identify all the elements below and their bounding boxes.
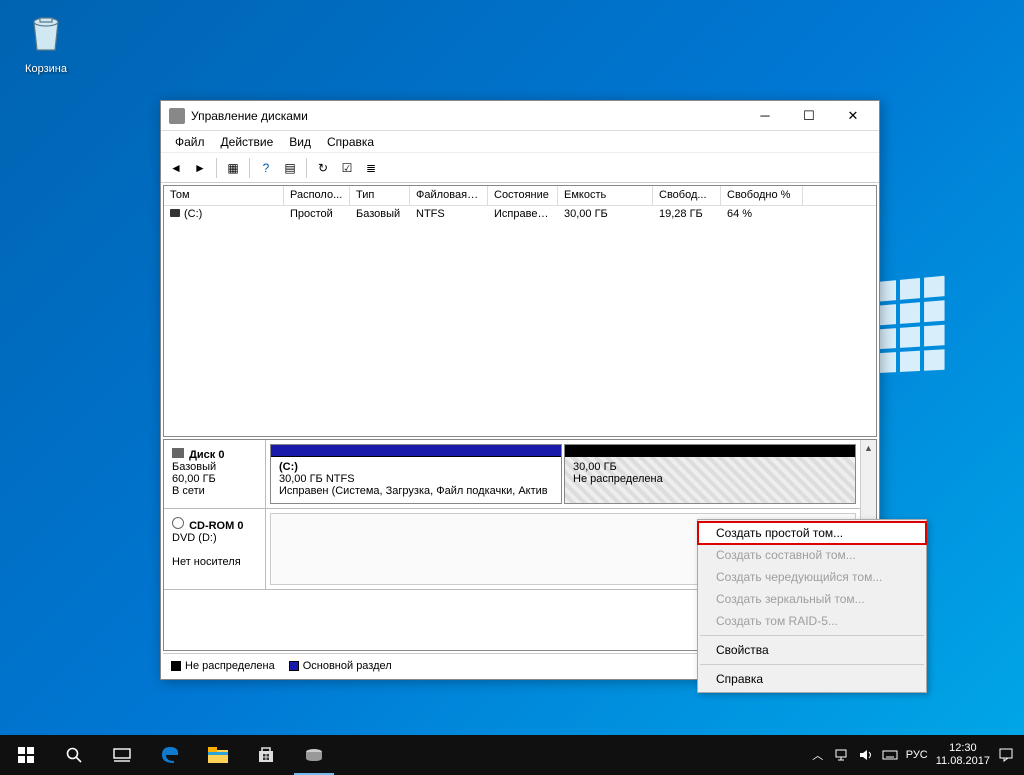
system-tray[interactable]: ︿ РУС 12:30 11.08.2017 xyxy=(802,742,1022,768)
col-filesystem[interactable]: Файловая с... xyxy=(410,186,488,205)
task-view-button[interactable] xyxy=(98,735,146,775)
window-title: Управление дисками xyxy=(191,109,743,123)
app-icon xyxy=(169,108,185,124)
context-menu: Создать простой том... Создать составной… xyxy=(697,519,927,693)
desktop-recycle-bin[interactable]: Корзина xyxy=(16,8,76,75)
start-button[interactable] xyxy=(2,735,50,775)
drive-icon xyxy=(170,209,180,217)
menubar: Файл Действие Вид Справка xyxy=(161,131,879,153)
ctx-new-mirrored-volume: Создать зеркальный том... xyxy=(698,588,926,610)
forward-button[interactable]: ► xyxy=(189,157,211,179)
titlebar[interactable]: Управление дисками ─ ☐ ✕ xyxy=(161,101,879,131)
ctx-new-spanned-volume: Создать составной том... xyxy=(698,544,926,566)
show-hide-tree-button[interactable]: ▦ xyxy=(222,157,244,179)
col-freepct[interactable]: Свободно % xyxy=(721,186,803,205)
col-status[interactable]: Состояние xyxy=(488,186,558,205)
action-center-icon[interactable] xyxy=(998,747,1014,763)
cdrom-label: CD-ROM 0 DVD (D:) Нет носителя xyxy=(164,509,266,589)
help-button[interactable]: ? xyxy=(255,157,277,179)
maximize-button[interactable]: ☐ xyxy=(787,102,831,130)
ctx-separator xyxy=(700,635,924,636)
col-free[interactable]: Свобод... xyxy=(653,186,721,205)
refresh-button[interactable]: ↻ xyxy=(312,157,334,179)
ctx-new-simple-volume[interactable]: Создать простой том... xyxy=(698,522,926,544)
volume-row-c[interactable]: (C:) Простой Базовый NTFS Исправен... 30… xyxy=(164,206,876,224)
keyboard-icon[interactable] xyxy=(882,747,898,763)
disk-icon xyxy=(172,448,184,458)
store-button[interactable] xyxy=(242,735,290,775)
ctx-new-raid5-volume: Создать том RAID-5... xyxy=(698,610,926,632)
volume-list-header[interactable]: Том Располо... Тип Файловая с... Состоян… xyxy=(164,186,876,206)
legend-unallocated: Не распределена xyxy=(171,660,275,672)
edge-button[interactable] xyxy=(146,735,194,775)
col-volume[interactable]: Том xyxy=(164,186,284,205)
legend-primary: Основной раздел xyxy=(289,660,392,672)
disk0-label: Диск 0 Базовый 60,00 ГБ В сети xyxy=(164,440,266,508)
tray-chevron-icon[interactable]: ︿ xyxy=(810,747,826,763)
recycle-bin-label: Корзина xyxy=(16,63,76,75)
menu-file[interactable]: Файл xyxy=(167,133,213,151)
ctx-properties[interactable]: Свойства xyxy=(698,639,926,661)
settings-button[interactable]: ☑ xyxy=(336,157,358,179)
menu-help[interactable]: Справка xyxy=(319,133,382,151)
volume-list: Том Располо... Тип Файловая с... Состоян… xyxy=(163,185,877,437)
list-button[interactable]: ≣ xyxy=(360,157,382,179)
file-explorer-button[interactable] xyxy=(194,735,242,775)
search-button[interactable] xyxy=(50,735,98,775)
network-icon[interactable] xyxy=(834,747,850,763)
menu-action[interactable]: Действие xyxy=(213,133,282,151)
clock[interactable]: 12:30 11.08.2017 xyxy=(936,742,990,768)
view-button[interactable]: ▤ xyxy=(279,157,301,179)
back-button[interactable]: ◄ xyxy=(165,157,187,179)
toolbar: ◄ ► ▦ ? ▤ ↻ ☑ ≣ xyxy=(161,153,879,183)
disk0-row[interactable]: Диск 0 Базовый 60,00 ГБ В сети (C:) 30,0… xyxy=(164,440,860,509)
close-button[interactable]: ✕ xyxy=(831,102,875,130)
disk-management-task[interactable] xyxy=(290,735,338,775)
partition-unallocated[interactable]: 30,00 ГБ Не распределена xyxy=(564,444,856,504)
language-indicator[interactable]: РУС xyxy=(906,749,928,761)
taskbar: ︿ РУС 12:30 11.08.2017 xyxy=(0,735,1024,775)
optical-disc-icon xyxy=(172,517,184,529)
col-capacity[interactable]: Емкость xyxy=(558,186,653,205)
ctx-help[interactable]: Справка xyxy=(698,668,926,690)
ctx-separator xyxy=(700,664,924,665)
minimize-button[interactable]: ─ xyxy=(743,102,787,130)
partition-c[interactable]: (C:) 30,00 ГБ NTFS Исправен (Система, За… xyxy=(270,444,562,504)
volume-icon[interactable] xyxy=(858,747,874,763)
ctx-new-striped-volume: Создать чередующийся том... xyxy=(698,566,926,588)
col-layout[interactable]: Располо... xyxy=(284,186,350,205)
col-type[interactable]: Тип xyxy=(350,186,410,205)
menu-view[interactable]: Вид xyxy=(281,133,319,151)
